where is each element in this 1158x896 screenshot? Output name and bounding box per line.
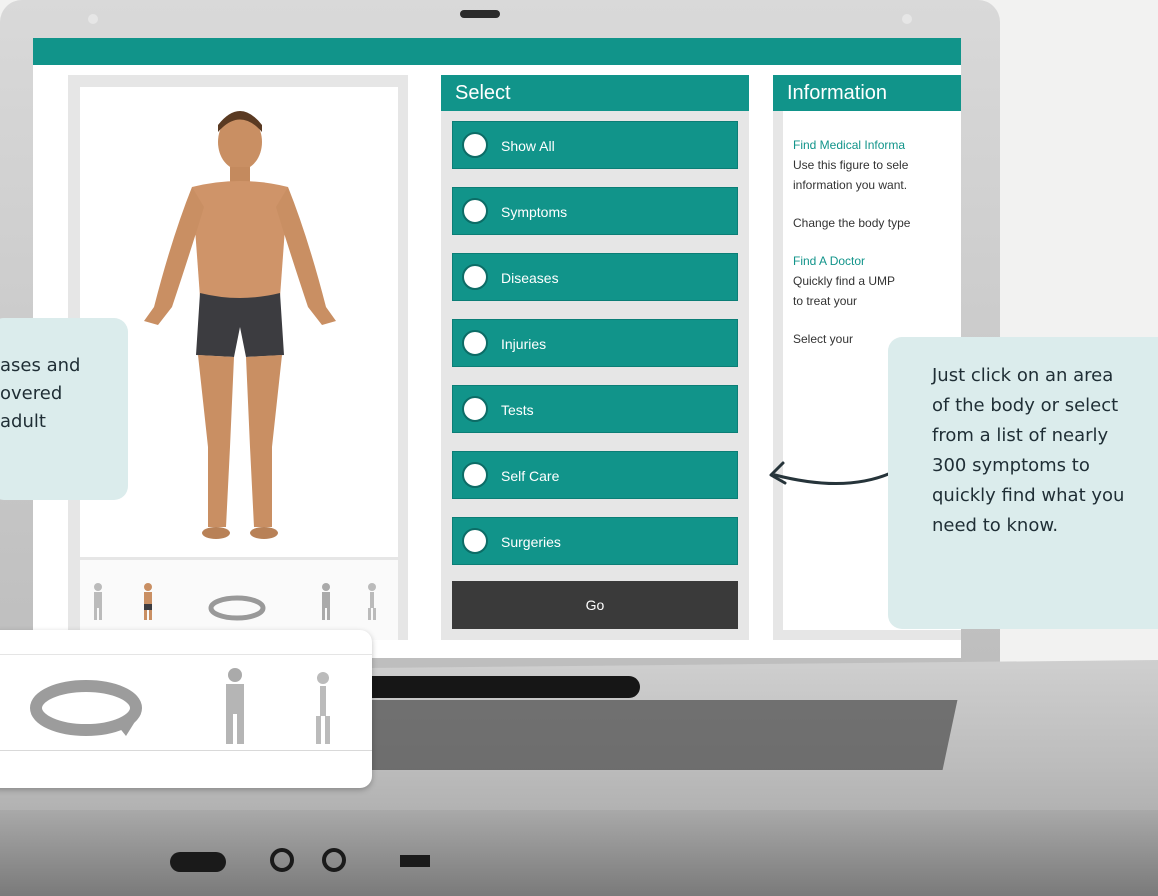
body-back-icon[interactable] [316, 582, 336, 622]
callout-line: from a list of nearly [932, 425, 1109, 446]
radio-icon[interactable] [462, 132, 488, 158]
option-label: Injuries [501, 336, 547, 352]
body-skeleton-icon[interactable] [308, 670, 338, 748]
select-panel-title: Select [441, 75, 749, 111]
rotate-icon[interactable] [208, 594, 266, 622]
find-doctor-link[interactable]: Find A Doctor [793, 251, 953, 271]
radio-icon[interactable] [462, 396, 488, 422]
body-skeleton-icon[interactable] [362, 582, 382, 622]
information-panel-title: Information [773, 75, 961, 111]
option-label: Diseases [501, 270, 559, 286]
figure-thumbnails [80, 560, 398, 640]
option-self-care[interactable]: Self Care [452, 451, 738, 499]
app-screen: Select Show All Symptoms Diseases Injuri… [33, 38, 961, 658]
zoomed-thumbnail-card [0, 630, 372, 788]
option-tests[interactable]: Tests [452, 385, 738, 433]
callout-line: quickly find what you [932, 485, 1125, 506]
radio-icon[interactable] [462, 198, 488, 224]
option-symptoms[interactable]: Symptoms [452, 187, 738, 235]
option-diseases[interactable]: Diseases [452, 253, 738, 301]
callout-line: need to know. [932, 515, 1059, 536]
go-button[interactable]: Go [452, 581, 738, 629]
callout-right: Just click on an area of the body or sel… [888, 337, 1158, 629]
option-label: Tests [501, 402, 534, 418]
callout-line: ases and [0, 355, 81, 376]
keyboard [292, 700, 958, 770]
radio-icon[interactable] [462, 330, 488, 356]
info-text: Quickly find a UMP [793, 274, 896, 288]
select-panel: Select Show All Symptoms Diseases Injuri… [441, 75, 749, 640]
divider [0, 654, 372, 655]
callout-line: Just click on an area [932, 365, 1114, 386]
option-label: Symptoms [501, 204, 568, 220]
info-text: Use this figure to sele [793, 158, 909, 172]
body-selected-icon[interactable] [138, 582, 158, 622]
option-label: Show All [501, 138, 555, 154]
info-text: Change the body type [793, 216, 911, 230]
audio-jack-icon [322, 848, 346, 872]
radio-icon[interactable] [462, 264, 488, 290]
body-front-icon[interactable] [88, 582, 108, 622]
info-text: information you want. [793, 178, 908, 192]
radio-icon[interactable] [462, 462, 488, 488]
rotate-icon[interactable] [26, 674, 146, 744]
camera [460, 10, 500, 18]
callout-left: ases and overed adult [0, 318, 128, 500]
option-surgeries[interactable]: Surgeries [452, 517, 738, 565]
curved-arrow-icon [769, 461, 893, 486]
callout-line: adult [0, 411, 46, 432]
find-medical-info-link[interactable]: Find Medical Informa [793, 135, 953, 155]
callout-line: of the body or select [932, 395, 1119, 416]
audio-jack-icon [270, 848, 294, 872]
port-icon [400, 855, 430, 867]
lid-bumper-left [88, 14, 98, 24]
divider [0, 750, 372, 751]
body-back-icon[interactable] [218, 666, 252, 748]
lid-bumper-right [902, 14, 912, 24]
option-injuries[interactable]: Injuries [452, 319, 738, 367]
option-show-all[interactable]: Show All [452, 121, 738, 169]
option-label: Surgeries [501, 534, 561, 550]
laptop-lid: Select Show All Symptoms Diseases Injuri… [0, 0, 1000, 690]
top-bar [33, 38, 961, 65]
option-label: Self Care [501, 468, 560, 484]
callout-line: overed [0, 383, 63, 404]
info-text: to treat your [793, 294, 858, 308]
port-icon [170, 852, 226, 872]
callout-line: 300 symptoms to [932, 455, 1090, 476]
radio-icon[interactable] [462, 528, 488, 554]
